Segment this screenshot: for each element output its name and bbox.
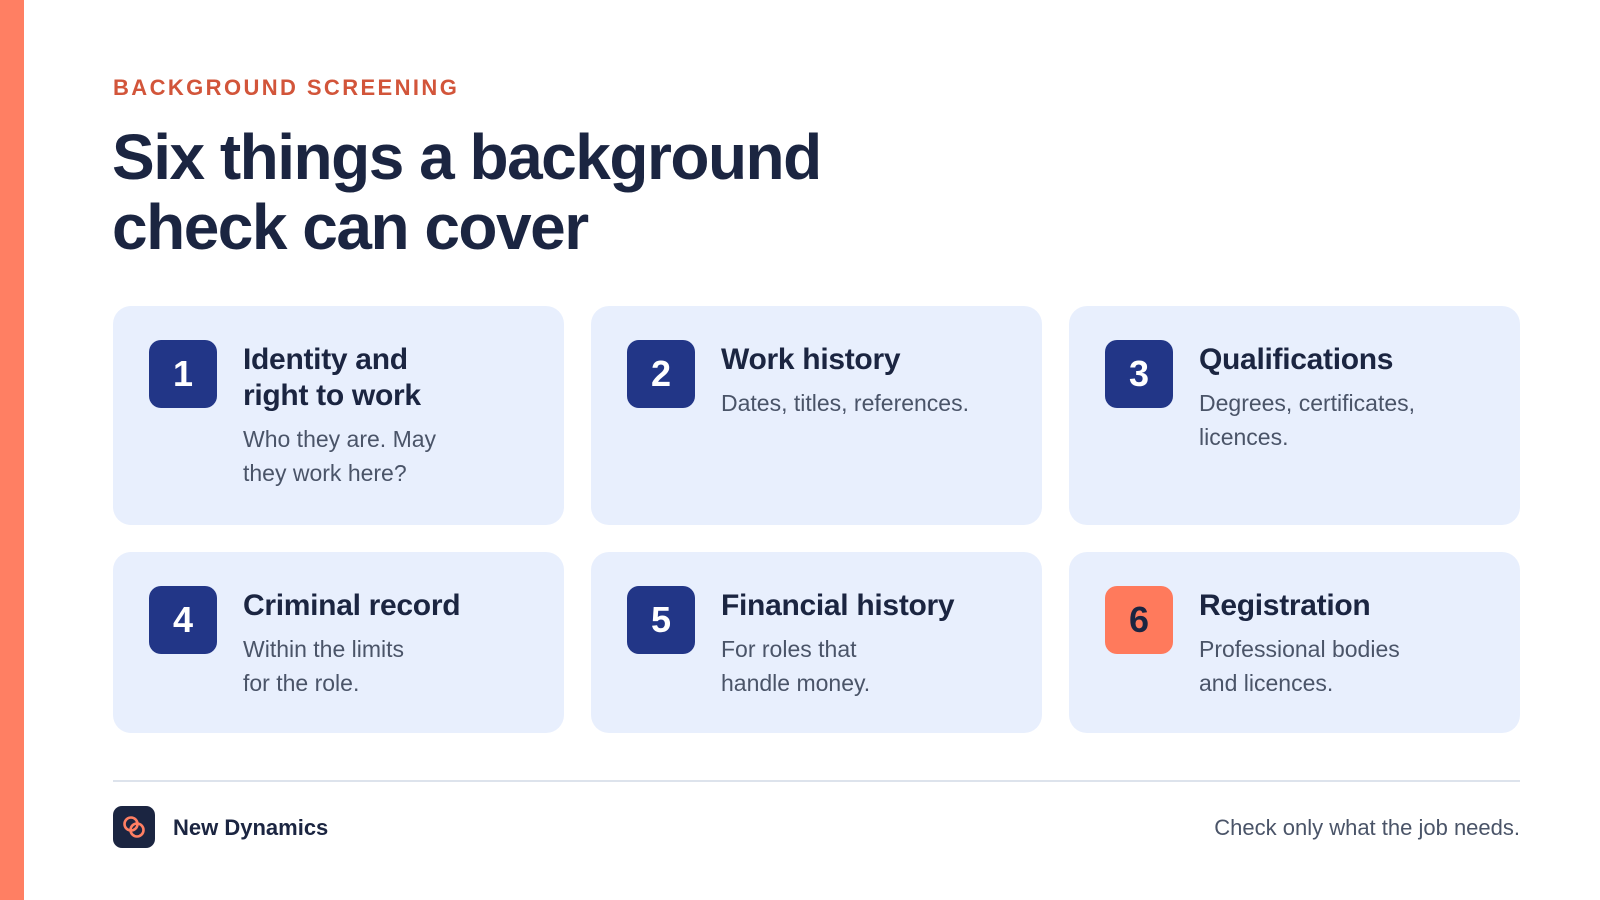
slide: BACKGROUND SCREENING Six things a backgr… <box>0 0 1600 900</box>
card-description: Within the limits for the role. <box>243 632 460 700</box>
card-criminal-record: 4 Criminal record Within the limits for … <box>113 552 564 733</box>
card-description: Dates, titles, references. <box>721 390 969 416</box>
card-work-history: 2 Work history Dates, titles, references… <box>591 306 1042 525</box>
number-badge: 3 <box>1105 340 1173 408</box>
card-title: Financial history <box>721 589 955 622</box>
card-grid: 1 Identity and right to work Who they ar… <box>113 306 1520 733</box>
brand-name: New Dynamics <box>173 815 329 840</box>
card-desc-line: licences. <box>1199 424 1289 450</box>
card-title-line: right to work <box>243 379 421 412</box>
card-desc-line: Within the limits <box>243 636 405 662</box>
card-description: Professional bodies and licences. <box>1199 632 1400 700</box>
number-badge: 1 <box>149 340 217 408</box>
card-qualifications: 3 Qualifications Degrees, certificates, … <box>1069 306 1520 525</box>
title-line-2: check can cover <box>112 191 589 263</box>
card-desc-line: Who they are. May <box>243 426 437 452</box>
card-desc-line: Professional bodies <box>1199 636 1400 662</box>
card-desc-line: For roles that <box>721 636 857 662</box>
card-description: For roles that handle money. <box>721 632 954 700</box>
number-badge: 2 <box>627 340 695 408</box>
card-description: Who they are. May they work here? <box>243 422 436 490</box>
card-title: Qualifications <box>1199 343 1394 376</box>
card-desc-line: for the role. <box>243 670 360 696</box>
card-description: Degrees, certificates, licences. <box>1199 386 1415 454</box>
page-title: Six things a background check can cover <box>112 122 972 262</box>
card-title: Criminal record <box>243 589 461 622</box>
footer-tagline: Check only what the job needs. <box>1214 815 1520 840</box>
card-title: Identity and right to work <box>243 342 436 414</box>
number-badge: 4 <box>149 586 217 654</box>
card-desc-line: and licences. <box>1199 670 1334 696</box>
card-title-line: Identity and <box>243 343 408 376</box>
eyebrow-label: BACKGROUND SCREENING <box>113 75 460 100</box>
card-financial-history: 5 Financial history For roles that handl… <box>591 552 1042 733</box>
card-identity: 1 Identity and right to work Who they ar… <box>113 306 564 525</box>
card-title: Work history <box>721 343 901 376</box>
interlocking-rings-icon <box>123 816 145 838</box>
logo <box>113 806 155 848</box>
title-line-1: Six things a background <box>112 121 822 193</box>
number-badge: 5 <box>627 586 695 654</box>
card-desc-line: they work here? <box>243 460 407 486</box>
accent-bar <box>0 0 24 900</box>
card-registration: 6 Registration Professional bodies and l… <box>1069 552 1520 733</box>
card-desc-line: handle money. <box>721 670 871 696</box>
card-desc-line: Degrees, certificates, <box>1199 390 1416 416</box>
card-title: Registration <box>1199 589 1371 622</box>
footer-divider <box>113 780 1520 782</box>
number-badge-highlight: 6 <box>1105 586 1173 654</box>
